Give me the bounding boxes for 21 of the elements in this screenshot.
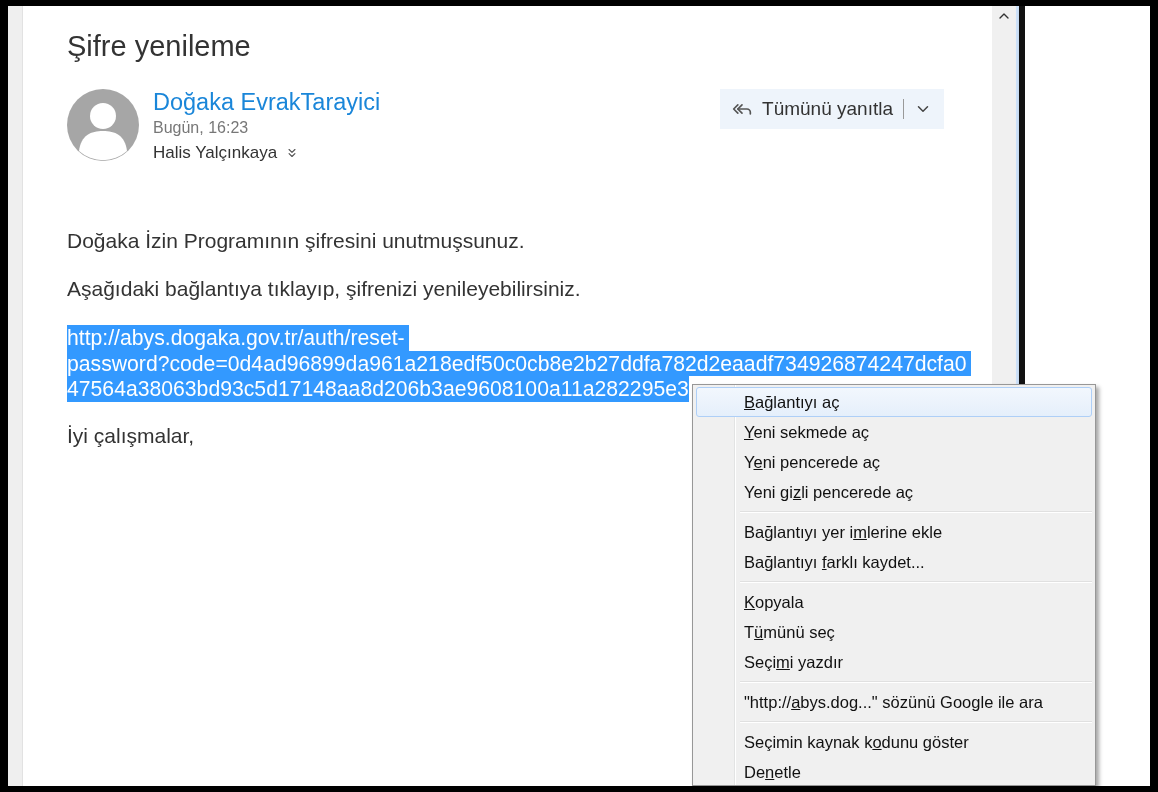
message-date: Bugün, 16:23	[153, 119, 250, 137]
sender-name[interactable]: Doğaka EvrakTarayici	[153, 89, 707, 116]
menu-item[interactable]: Bağlantıyı farklı kaydet...	[696, 547, 1092, 577]
menu-item[interactable]: Bağlantıyı aç	[696, 387, 1092, 417]
menu-item[interactable]: Denetle	[696, 757, 1092, 785]
menu-item[interactable]: Yeni pencerede aç	[696, 447, 1092, 477]
menu-item[interactable]: Seçimin kaynak kodunu göster	[696, 727, 1092, 757]
reply-all-button[interactable]: Tümünü yanıtla	[720, 89, 944, 129]
message-text: Doğaka İzin Programının şifresini unutmuşsunuz.	[67, 229, 525, 253]
avatar-icon	[67, 89, 139, 161]
menu-item[interactable]: Yeni gizli pencerede aç	[696, 477, 1092, 507]
closing-text: İyi çalışmalar,	[67, 423, 195, 448]
menu-item[interactable]: Kopyala	[696, 587, 1092, 617]
menu-item[interactable]: "http://abys.dog..." sözünü Google ile ara	[696, 687, 1092, 717]
menu-item[interactable]: Bağlantıyı yer imlerine ekle	[696, 517, 1092, 547]
menu-item[interactable]: Yeni sekmede aç	[696, 417, 1092, 447]
menu-item[interactable]: Tümünü seç	[696, 617, 1092, 647]
menu-item[interactable]: Seçimi yazdır	[696, 647, 1092, 677]
recipient-name: Halis Yalçınkaya	[153, 143, 278, 163]
message-subject: Şifre yenileme	[67, 30, 252, 63]
message-text: Aşağıdaki bağlantıya tıklayıp, şifrenizi yenileyebilirsiniz.	[67, 277, 581, 301]
